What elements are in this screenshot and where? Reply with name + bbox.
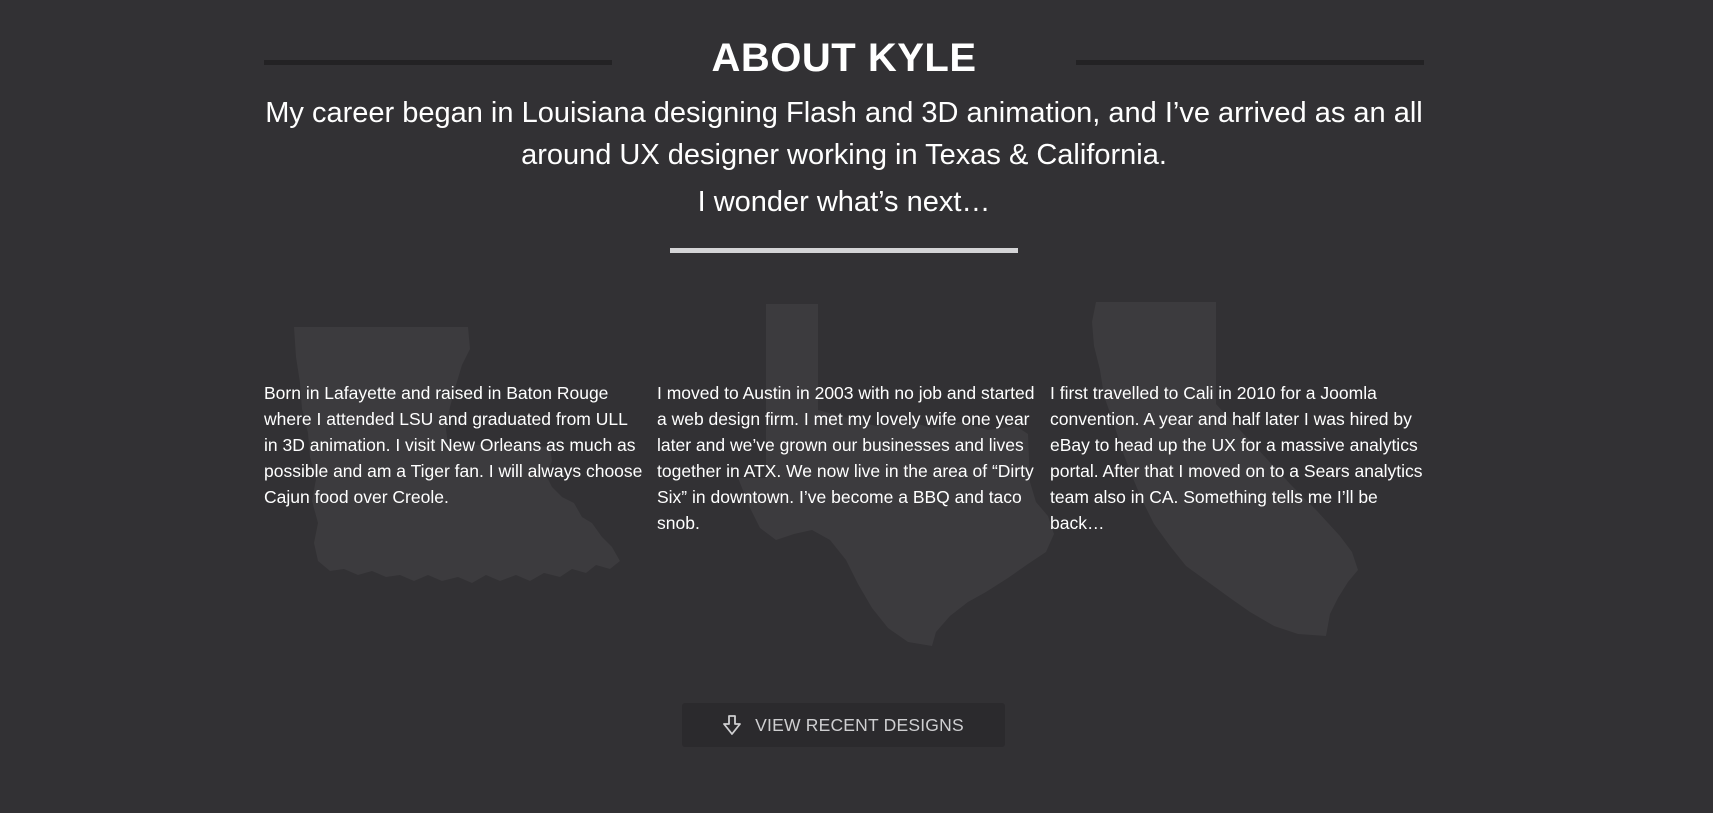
texas-text: I moved to Austin in 2003 with no job an… [657, 383, 1035, 533]
page-title: ABOUT KYLE [711, 36, 977, 80]
next-text: I wonder what’s next… [697, 186, 991, 218]
title-underline [670, 248, 1018, 253]
view-recent-designs-label: VIEW RECENT DESIGNS [755, 714, 964, 735]
intro-text: My career began in Louisiana designing F… [265, 97, 1423, 171]
about-section: ABOUT KYLE My career began in Louisiana … [0, 0, 1713, 813]
title-divider-right [1076, 60, 1424, 65]
title-row: ABOUT KYLE [264, 36, 1424, 88]
arrow-down-icon [723, 715, 742, 735]
california-text: I first travelled to Cali in 2010 for a … [1050, 383, 1423, 533]
louisiana-text: Born in Lafayette and raised in Baton Ro… [264, 383, 643, 507]
view-recent-designs-button[interactable]: VIEW RECENT DESIGNS [682, 703, 1005, 747]
